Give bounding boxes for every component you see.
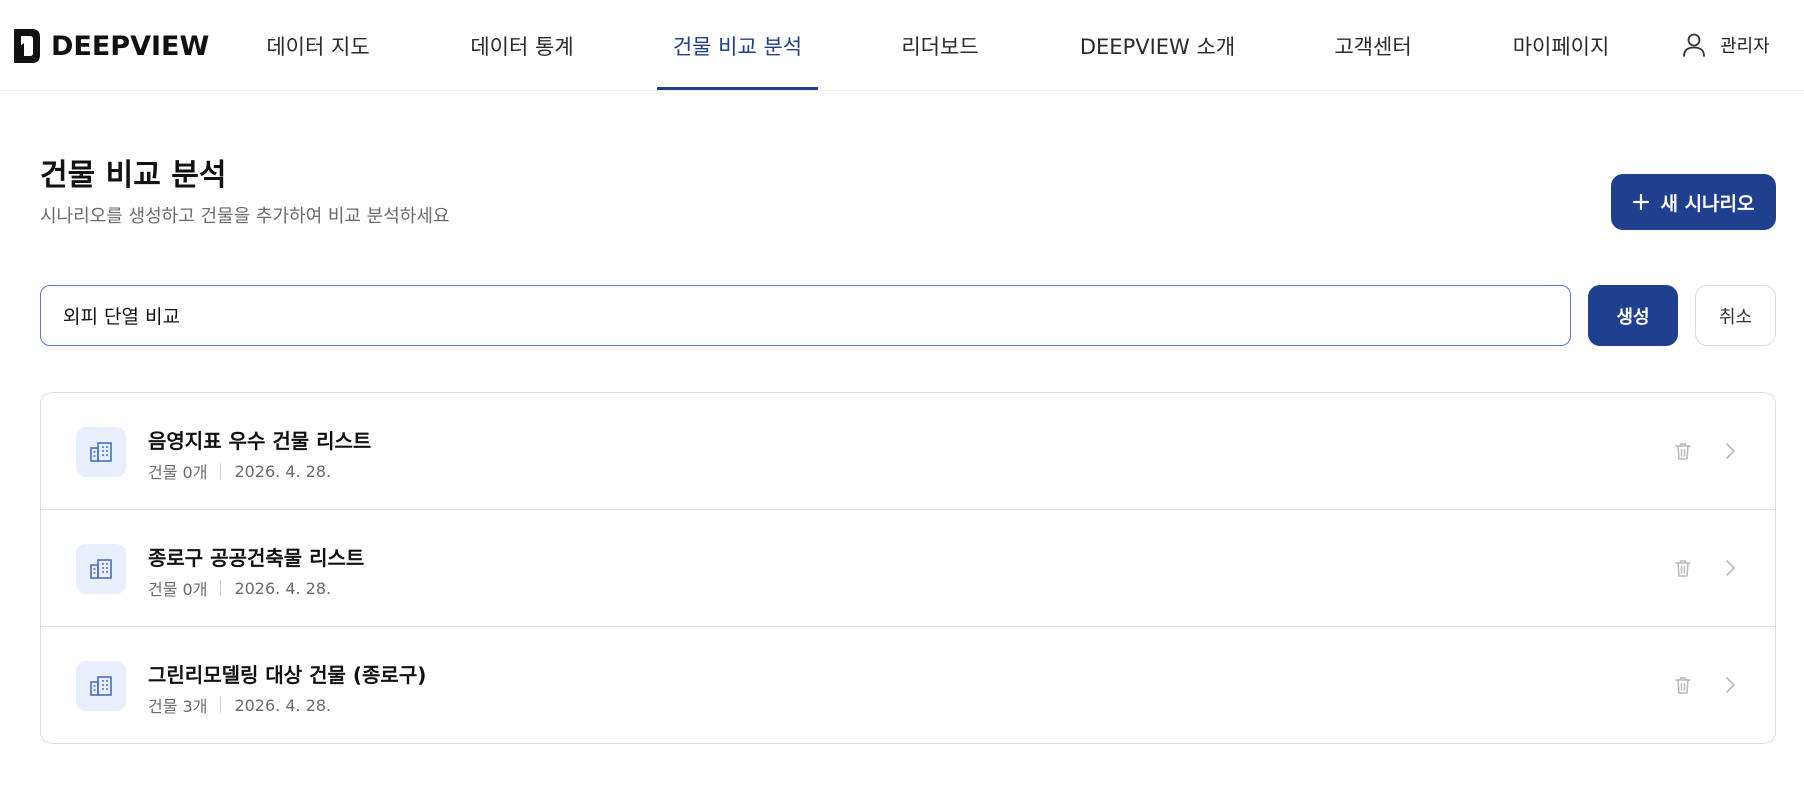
building-count: 건물 0개 [148, 463, 208, 482]
logo-mark-icon [14, 29, 40, 63]
scenario-name-input[interactable] [40, 285, 1571, 346]
scenario-meta: 건물 0개 2026. 4. 28. [148, 459, 331, 483]
nav-my-page[interactable]: 마이페이지 [1503, 0, 1619, 91]
deepview-logo[interactable]: DEEPVIEW [12, 26, 209, 66]
trash-icon[interactable] [1671, 556, 1695, 580]
plus-icon [1633, 193, 1650, 211]
new-scenario-label: 새 시나리오 [1660, 192, 1755, 215]
scenario-date: 2026. 4. 28. [234, 695, 332, 715]
nav-leaderboard[interactable]: 리더보드 [890, 0, 990, 91]
chevron-right-icon[interactable] [1718, 439, 1742, 463]
scenario-meta: 건물 0개 2026. 4. 28. [148, 576, 331, 600]
scenario-date: 2026. 4. 28. [234, 578, 332, 598]
top-nav-bar: DEEPVIEW 데이터 지도 데이터 통계 건물 비교 분석 리더보드 DEE… [0, 0, 1804, 91]
user-name: 관리자 [1720, 36, 1770, 57]
scenario-title: 음영지표 우수 건물 리스트 [148, 429, 372, 453]
building-count: 건물 0개 [148, 580, 208, 599]
scenario-list-item[interactable]: 종로구 공공건축물 리스트 건물 0개 2026. 4. 28. [41, 510, 1775, 627]
new-scenario-button[interactable]: 새 시나리오 [1611, 174, 1776, 230]
building-icon [76, 544, 126, 594]
scenario-title: 종로구 공공건축물 리스트 [148, 546, 365, 570]
scenario-meta: 건물 3개 2026. 4. 28. [148, 693, 331, 717]
page-title: 건물 비교 분석 [40, 158, 227, 193]
nav-data-map[interactable]: 데이터 지도 [258, 0, 378, 91]
page-subtitle: 시나리오를 생성하고 건물을 추가하여 비교 분석하세요 [40, 206, 450, 227]
cancel-button[interactable]: 취소 [1695, 285, 1776, 346]
meta-divider [220, 580, 222, 596]
nav-building-comparison[interactable]: 건물 비교 분석 [657, 0, 818, 91]
logo-text: DEEPVIEW [51, 30, 210, 62]
building-count: 건물 3개 [148, 697, 208, 716]
create-button[interactable]: 생성 [1588, 285, 1678, 346]
scenario-list: 음영지표 우수 건물 리스트 건물 0개 2026. 4. 28. 종로구 공공… [40, 392, 1776, 744]
scenario-title: 그린리모델링 대상 건물 (종로구) [148, 663, 427, 687]
nav-data-statistics[interactable]: 데이터 통계 [460, 0, 584, 91]
user-icon [1683, 33, 1705, 57]
trash-icon[interactable] [1671, 439, 1695, 463]
building-icon [76, 661, 126, 711]
scenario-list-item[interactable]: 그린리모델링 대상 건물 (종로구) 건물 3개 2026. 4. 28. [41, 627, 1775, 743]
meta-divider [220, 697, 222, 713]
active-tab-indicator [657, 87, 818, 90]
trash-icon[interactable] [1671, 673, 1695, 697]
building-icon [76, 427, 126, 477]
chevron-right-icon[interactable] [1718, 556, 1742, 580]
meta-divider [220, 463, 222, 479]
nav-about-deepview[interactable]: DEEPVIEW 소개 [1070, 0, 1245, 91]
user-menu[interactable]: 관리자 [1680, 28, 1770, 62]
nav-customer-center[interactable]: 고객센터 [1323, 0, 1423, 91]
scenario-list-item[interactable]: 음영지표 우수 건물 리스트 건물 0개 2026. 4. 28. [41, 393, 1775, 510]
scenario-date: 2026. 4. 28. [234, 461, 332, 481]
chevron-right-icon[interactable] [1718, 673, 1742, 697]
